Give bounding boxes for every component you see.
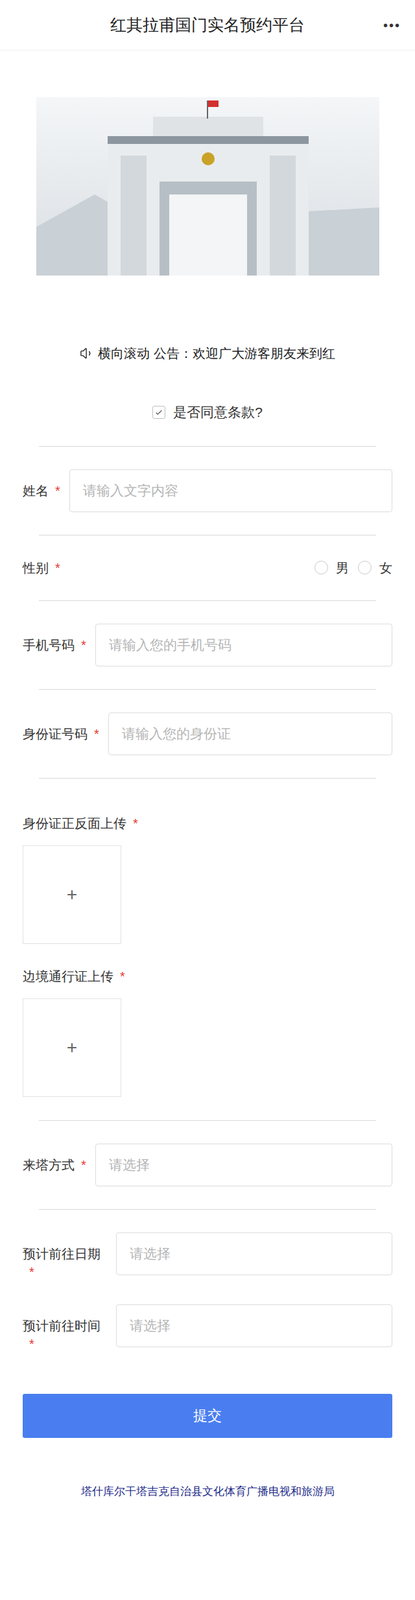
select-field: 预计前往日期*请选择 <box>22 1232 393 1282</box>
header-bar: 红其拉甫国门实名预约平台 ••• <box>0 0 415 51</box>
form-section: 姓名* 请输入文字内容 <box>0 446 415 535</box>
divider <box>38 534 377 536</box>
footer: 塔什库尔干塔吉克自治县文化体育广播电视和旅游局 <box>0 1483 415 1514</box>
required-mark: * <box>81 1158 87 1173</box>
text-input[interactable]: 请输入您的手机号码 <box>95 623 393 667</box>
required-mark: * <box>55 483 61 498</box>
text-field: 姓名* 请输入文字内容 <box>22 469 393 513</box>
select-field: 来塔方式*请选择 <box>22 1143 393 1187</box>
gate-photo-icon <box>36 97 380 276</box>
text-field: 身份证号码*请输入您的身份证 <box>22 712 393 756</box>
header-title: 红其拉甫国门实名预约平台 <box>110 12 305 38</box>
select-input[interactable]: 请选择 <box>116 1304 393 1348</box>
field-label: 边境通行证上传* <box>22 967 393 986</box>
divider <box>38 446 377 447</box>
agreement-label: 是否同意条款? <box>173 402 263 423</box>
notice-bar: 横向滚动公告：欢迎广大游客朋友来到红 <box>0 343 415 364</box>
radio-group: 男女 <box>314 558 393 578</box>
required-mark: * <box>119 969 126 984</box>
field-label: 手机号码* <box>22 623 87 655</box>
divider <box>38 1120 377 1122</box>
form-section: 来塔方式*请选择 <box>0 1120 415 1210</box>
radio-circle[interactable] <box>357 560 372 575</box>
check-icon <box>154 407 164 417</box>
field-label: 预计前往时间* <box>22 1304 107 1354</box>
required-mark: * <box>29 1265 35 1280</box>
field-label: 来塔方式* <box>22 1143 87 1175</box>
form-section: 手机号码*请输入您的手机号码 <box>0 600 415 690</box>
radio-field: 性别* 男女 <box>22 558 393 578</box>
radio-circle[interactable] <box>314 560 329 575</box>
form-section: 预计前往日期*请选择预计前往时间*请选择 <box>0 1209 415 1376</box>
form-section: 身份证正反面上传* + 边境通行证上传* + <box>0 778 415 1121</box>
gate-photo <box>36 97 380 276</box>
text-field: 手机号码*请输入您的手机号码 <box>22 623 393 667</box>
required-mark: * <box>132 816 139 831</box>
radio-option[interactable]: 男 <box>314 558 349 578</box>
divider <box>38 778 377 779</box>
submit-button[interactable]: 提交 <box>22 1394 393 1439</box>
field-label: 姓名* <box>22 469 61 500</box>
upload-box[interactable]: + <box>22 845 122 945</box>
agreement-checkbox[interactable] <box>152 405 166 419</box>
select-input[interactable]: 请选择 <box>95 1143 393 1187</box>
form: 姓名*请输入文字内容性别*男女手机号码*请输入您的手机号码身份证号码*请输入您的… <box>0 446 415 1376</box>
menu-button[interactable]: ••• <box>383 15 401 36</box>
required-mark: * <box>55 560 61 576</box>
notice-text: 公告：欢迎广大游客朋友来到红 <box>153 343 336 364</box>
divider <box>38 600 377 602</box>
form-section: 性别* 男女 <box>0 534 415 601</box>
divider <box>38 1209 377 1210</box>
upload-field: 边境通行证上传* + <box>22 967 393 1098</box>
form-section: 身份证号码*请输入您的身份证 <box>0 689 415 779</box>
text-input[interactable]: 请输入文字内容 <box>69 469 393 513</box>
required-mark: * <box>94 726 100 742</box>
required-mark: * <box>81 638 87 653</box>
upload-box[interactable]: + <box>22 998 122 1098</box>
upload-field: 身份证正反面上传* + <box>22 814 393 945</box>
field-label: 身份证正反面上传* <box>22 814 393 833</box>
field-label: 身份证号码* <box>22 712 100 744</box>
field-label: 预计前往日期* <box>22 1232 107 1282</box>
select-field: 预计前往时间*请选择 <box>22 1304 393 1354</box>
agreement-row[interactable]: 是否同意条款? <box>0 402 415 423</box>
radio-option[interactable]: 女 <box>357 558 393 578</box>
speaker-icon <box>79 346 95 361</box>
notice-label: 横向滚动 <box>97 343 150 364</box>
select-input[interactable]: 请选择 <box>116 1232 393 1276</box>
page: 红其拉甫国门实名预约平台 ••• 横向滚动公告：欢迎广大游客朋友来到红是否同意条款?… <box>0 0 415 1600</box>
required-mark: * <box>29 1337 35 1352</box>
field-label: 性别* <box>22 558 61 578</box>
text-input[interactable]: 请输入您的身份证 <box>108 712 393 756</box>
divider <box>38 689 377 690</box>
